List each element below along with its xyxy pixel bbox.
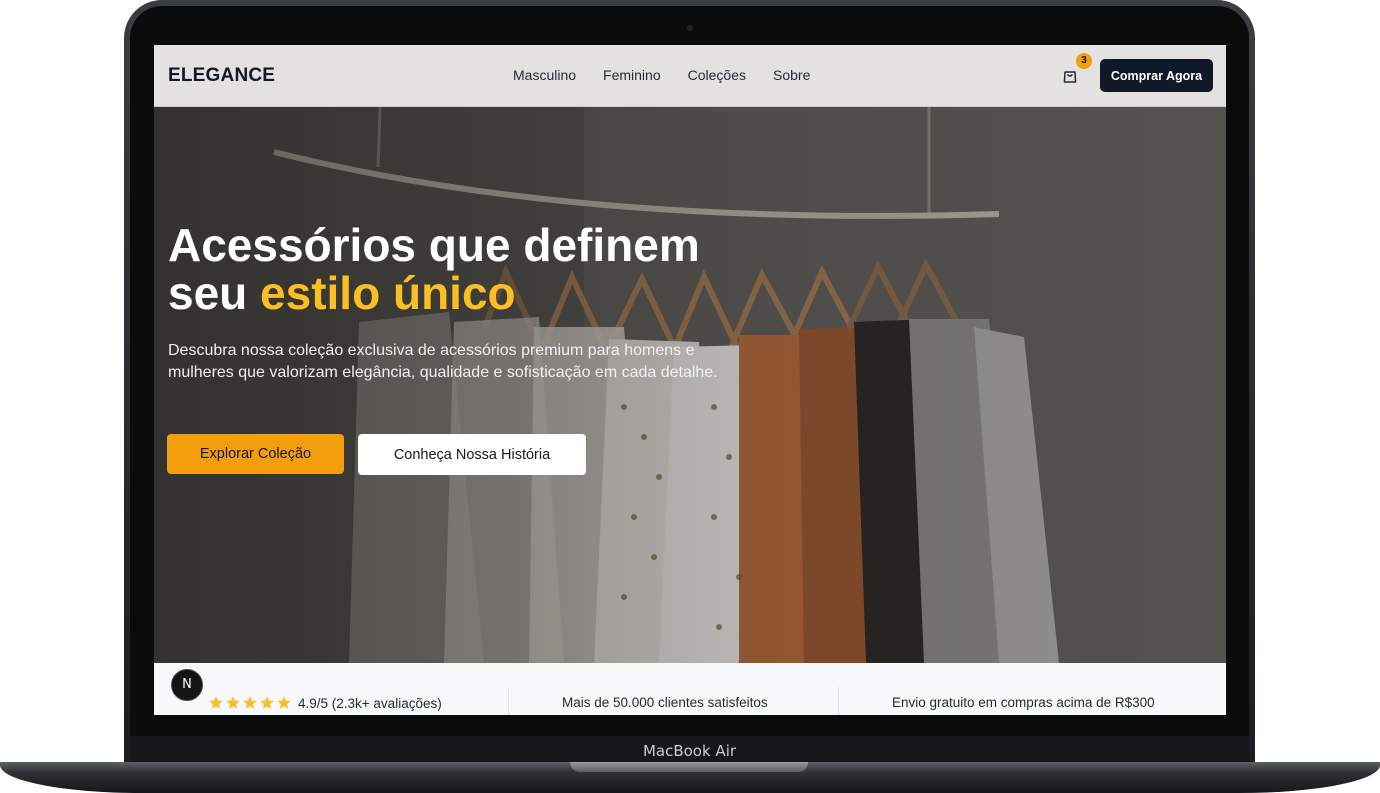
nextjs-icon[interactable]: N: [171, 669, 203, 701]
star-rating: [208, 695, 292, 710]
site-logo[interactable]: ELEGANCE: [168, 65, 275, 87]
hero-section: Acessórios que definem seu estilo único …: [154, 107, 1226, 663]
nav-link-sobre[interactable]: Sobre: [773, 67, 810, 83]
webcam-icon: [687, 25, 693, 31]
hero-title-accent: estilo único: [260, 267, 516, 319]
device-label: MacBook Air: [642, 742, 737, 760]
stats-bar: 4.9/5 (2.3k+ avaliações) Mais de 50.000 …: [154, 663, 1226, 715]
stats-divider: [508, 687, 509, 715]
customers-stat: Mais de 50.000 clientes satisfeitos: [562, 695, 768, 710]
hero-subtitle: Descubra nossa coleção exclusiva de aces…: [168, 342, 718, 381]
navbar: ELEGANCE Masculino Feminino Coleções Sob…: [154, 45, 1226, 107]
laptop-notch: [570, 762, 808, 772]
cart-count-badge: 3: [1076, 53, 1092, 69]
explore-collection-button[interactable]: Explorar Coleção: [167, 434, 344, 474]
star-icon: [209, 696, 223, 709]
stats-divider: [838, 687, 839, 715]
nav-links: Masculino Feminino Coleções Sobre: [513, 67, 810, 83]
star-icon: [277, 696, 291, 709]
rating-text: 4.9/5 (2.3k+ avaliações): [298, 696, 442, 711]
hero-title-line2: seu: [168, 267, 261, 319]
star-icon: [226, 696, 240, 709]
star-icon: [260, 696, 274, 709]
nav-link-feminino[interactable]: Feminino: [603, 67, 661, 83]
hero-overlay: [154, 107, 1226, 663]
hero-title-line1: Acessórios que definem: [168, 219, 700, 271]
nav-link-masculino[interactable]: Masculino: [513, 67, 576, 83]
browser-screen: ELEGANCE Masculino Feminino Coleções Sob…: [154, 45, 1226, 715]
nav-link-colecoes[interactable]: Coleções: [688, 67, 746, 83]
buy-now-button[interactable]: Comprar Agora: [1100, 59, 1213, 92]
star-icon: [243, 696, 257, 709]
our-story-button[interactable]: Conheça Nossa História: [358, 434, 586, 475]
hero-title: Acessórios que definem seu estilo único: [168, 221, 700, 317]
shopping-bag-icon[interactable]: [1061, 67, 1079, 85]
rating-stat: 4.9/5 (2.3k+ avaliações): [208, 695, 442, 711]
shipping-stat: Envio gratuito em compras acima de R$300: [892, 695, 1155, 710]
